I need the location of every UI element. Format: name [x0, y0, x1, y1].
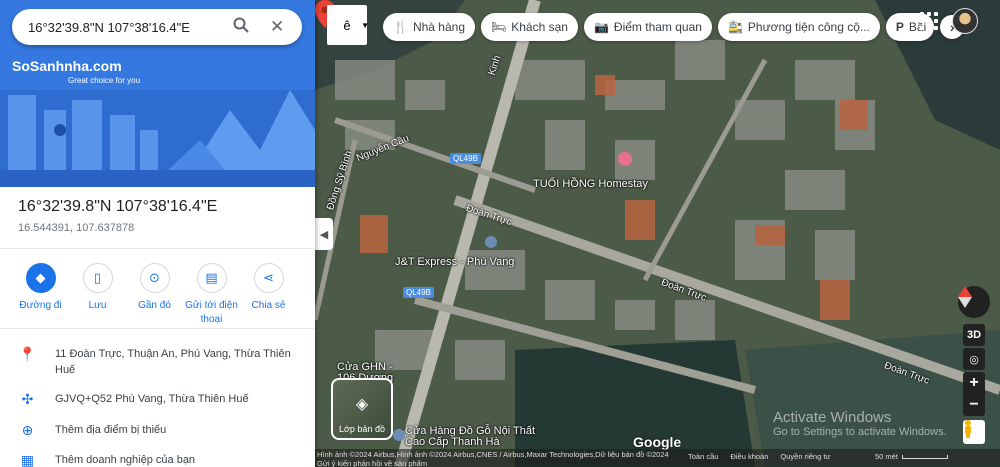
feedback-link[interactable]: Gửi ý kiến phản hồi về sản phẩm: [317, 459, 669, 467]
poi-homestay[interactable]: TUỔI HỒNG Homestay: [533, 178, 648, 190]
action-buttons: ◆ Đường đi ▯ Lưu ⊙ Gần đó ▤ Gửi tới điện…: [12, 263, 297, 327]
add-place-icon: ⊕: [21, 422, 34, 438]
place-panel: SoSanhnha.com Great choice for you ✕ 16°…: [0, 0, 315, 467]
close-icon[interactable]: ✕: [266, 17, 288, 37]
zoom-out-button[interactable]: −: [963, 394, 985, 416]
attribution-text: Hình ảnh ©2024 Airbus,Hình ảnh ©2024 Air…: [317, 450, 669, 459]
address-row[interactable]: 📍 11 Đoàn Trực, Thuận An, Phú Vang, Thừa…: [0, 346, 315, 378]
plus-code-row[interactable]: ✣ GJVQ+Q52 Phú Vang, Thừa Thiên Huế: [0, 391, 315, 408]
parking-icon: P: [895, 20, 904, 34]
map-canvas[interactable]: Nguyễn Cầu Đồng Sỹ Bình Đoàn Trực Đoàn T…: [315, 0, 1000, 467]
business-icon: ▦: [20, 452, 35, 467]
language-button[interactable]: ê ▼: [327, 5, 369, 45]
divider: [0, 248, 315, 249]
chip-attractions[interactable]: 📷 Điểm tham quan: [583, 13, 712, 41]
footer-link-terms[interactable]: Điều khoản: [730, 452, 768, 461]
shop-pin-icon[interactable]: [393, 429, 405, 441]
pegman-icon[interactable]: [963, 420, 985, 444]
chevron-left-icon: ◀: [319, 228, 329, 241]
directions-button[interactable]: ◆ Đường đi: [12, 263, 69, 327]
layers-icon: ◈: [355, 396, 369, 413]
bookmark-icon: ▯: [82, 263, 113, 293]
poi-furniture[interactable]: Cửa Hàng Đồ Gỗ Nội Thất Cao Cấp Thanh Hà: [405, 426, 545, 448]
hotel-pin-icon[interactable]: [618, 152, 632, 166]
map-footer: Hình ảnh ©2024 Airbus,Hình ảnh ©2024 Air…: [315, 449, 1000, 467]
search-box: ✕: [12, 9, 302, 45]
plus-code-icon: ✣: [21, 391, 34, 407]
compass-icon: [958, 286, 972, 308]
apps-grid-icon[interactable]: [920, 12, 938, 30]
divider: [0, 328, 315, 329]
chip-restaurants[interactable]: 🍴 Nhà hàng: [383, 13, 475, 41]
footer-link-global[interactable]: Toàn cầu: [688, 452, 718, 461]
directions-icon: ◆: [25, 263, 56, 293]
poi-jt-express[interactable]: J&T Express - Phú Vang: [395, 256, 514, 268]
nearby-button[interactable]: ⊙ Gần đó: [126, 263, 183, 327]
zoom-controls: + −: [963, 372, 985, 416]
chevron-down-icon: ▼: [361, 21, 369, 30]
decimal-coordinates: 16.544391, 107.637878: [18, 222, 135, 234]
avatar[interactable]: [952, 8, 978, 34]
my-location-button[interactable]: ◎: [963, 348, 985, 370]
camera-icon: 📷: [593, 20, 609, 34]
category-chips: 🍴 Nhà hàng 🛏 Khách sạn 📷 Điểm tham quan 🚉 Ph…: [383, 13, 965, 41]
activate-windows-watermark: Activate Windows Go to Settings to activ…: [773, 409, 947, 438]
nearby-icon: ⊙: [139, 263, 170, 293]
hotel-icon: 🛏: [491, 20, 507, 34]
transit-icon: 🚉: [727, 20, 743, 34]
3d-toggle-button[interactable]: 3D: [963, 324, 985, 346]
save-button[interactable]: ▯ Lưu: [69, 263, 126, 327]
send-to-phone-icon: ▤: [196, 263, 227, 293]
shop-pin-icon[interactable]: [485, 236, 497, 248]
share-icon: ⋖: [253, 263, 284, 293]
share-button[interactable]: ⋖ Chia sẻ: [240, 263, 297, 327]
crosshair-icon: ◎: [969, 353, 979, 366]
scale-bar[interactable]: 50 mét: [875, 452, 948, 461]
add-missing-place-row[interactable]: ⊕ Thêm địa điểm bị thiếu: [0, 422, 315, 439]
search-icon: [233, 17, 249, 33]
satellite-imagery: [315, 0, 1000, 467]
search-input[interactable]: [26, 18, 221, 36]
restaurant-icon: 🍴: [393, 20, 408, 34]
compass-button[interactable]: [958, 286, 990, 318]
route-badge: QL49B: [450, 153, 481, 164]
hero-logo: SoSanhnha.com Great choice for you: [12, 58, 141, 85]
collapse-panel-button[interactable]: ◀: [315, 218, 333, 250]
google-logo: Google: [633, 434, 682, 450]
route-badge: QL49B: [403, 287, 434, 298]
chip-hotels[interactable]: 🛏 Khách sạn: [481, 13, 578, 41]
zoom-in-button[interactable]: +: [963, 372, 985, 394]
send-to-phone-button[interactable]: ▤ Gửi tới điện thoại: [183, 263, 240, 327]
page-title: 16°32'39.8"N 107°38'16.4"E: [18, 198, 218, 215]
layers-button[interactable]: ◈ Lớp bản đồ: [331, 378, 393, 440]
add-business-row[interactable]: ▦ Thêm doanh nghiệp của bạn: [0, 452, 315, 467]
footer-link-privacy[interactable]: Quyền riêng tư: [780, 452, 830, 461]
search-button[interactable]: [230, 17, 252, 38]
location-pin-icon: 📍: [18, 346, 37, 362]
chip-transit[interactable]: 🚉 Phương tiện công cộ...: [717, 13, 880, 41]
